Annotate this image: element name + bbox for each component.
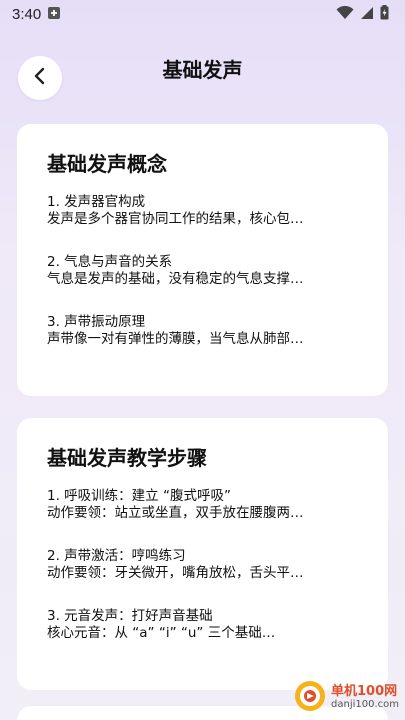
card-title: 基础发声教学步骤 xyxy=(47,446,207,470)
item-summary: 气息是发声的基础，没有稳定的气息支撑… xyxy=(47,271,304,287)
item-summary: 核心元音：从 “a” “i” “u” 三个基础… xyxy=(47,625,276,641)
item-heading: 2. 声带激活：哼鸣练习 xyxy=(47,548,186,564)
item-heading: 3. 元音发声：打好声音基础 xyxy=(47,608,213,624)
page-title: 基础发声 xyxy=(162,58,243,82)
signal-icon xyxy=(360,5,374,24)
list-item[interactable]: 1. 发声器官构成 发声是多个器官协同工作的结果，核心包… xyxy=(47,194,362,228)
item-heading: 1. 发声器官构成 xyxy=(47,194,146,210)
list-item[interactable]: 2. 声带激活：哼鸣练习 动作要领：牙关微开，嘴角放松，舌头平… xyxy=(47,548,362,582)
status-right xyxy=(336,4,389,24)
list-item[interactable]: 1. 呼吸训练：建立 “腹式呼吸” 动作要领：站立或坐直，双手放在腰腹两… xyxy=(47,488,362,522)
list-item[interactable]: 3. 元音发声：打好声音基础 核心元音：从 “a” “i” “u” 三个基础… xyxy=(47,608,362,642)
watermark: 单机100网 danji100.com xyxy=(293,680,399,716)
item-summary: 动作要领：牙关微开，嘴角放松，舌头平… xyxy=(47,565,304,581)
item-summary: 动作要领：站立或坐直，双手放在腰腹两… xyxy=(47,505,304,521)
card-title: 基础发声概念 xyxy=(47,152,167,176)
watermark-name: 单机100网 xyxy=(331,684,398,699)
watermark-logo-icon xyxy=(293,679,327,717)
item-heading: 2. 气息与声音的关系 xyxy=(47,254,173,270)
status-time: 3:40 xyxy=(12,5,42,23)
watermark-url: danji100.com xyxy=(331,699,399,710)
wifi-icon xyxy=(336,5,354,24)
list-item[interactable]: 2. 气息与声音的关系 气息是发声的基础，没有稳定的气息支撑… xyxy=(47,254,362,288)
concept-card: 基础发声概念 1. 发声器官构成 发声是多个器官协同工作的结果，核心包… 2. … xyxy=(17,124,388,396)
item-heading: 3. 声带振动原理 xyxy=(47,314,146,330)
item-summary: 发声是多个器官协同工作的结果，核心包… xyxy=(47,211,304,227)
status-left: 3:40 xyxy=(12,5,61,24)
notification-icon xyxy=(47,5,61,24)
watermark-text: 单机100网 danji100.com xyxy=(331,685,399,711)
list-item[interactable]: 3. 声带振动原理 声带像一对有弹性的薄膜，当气息从肺部… xyxy=(47,314,362,348)
steps-card: 基础发声教学步骤 1. 呼吸训练：建立 “腹式呼吸” 动作要领：站立或坐直，双手… xyxy=(17,418,388,690)
status-bar: 3:40 xyxy=(0,0,405,28)
battery-icon xyxy=(380,4,389,24)
item-summary: 声带像一对有弹性的薄膜，当气息从肺部… xyxy=(47,331,304,347)
item-heading: 1. 呼吸训练：建立 “腹式呼吸” xyxy=(47,488,231,504)
